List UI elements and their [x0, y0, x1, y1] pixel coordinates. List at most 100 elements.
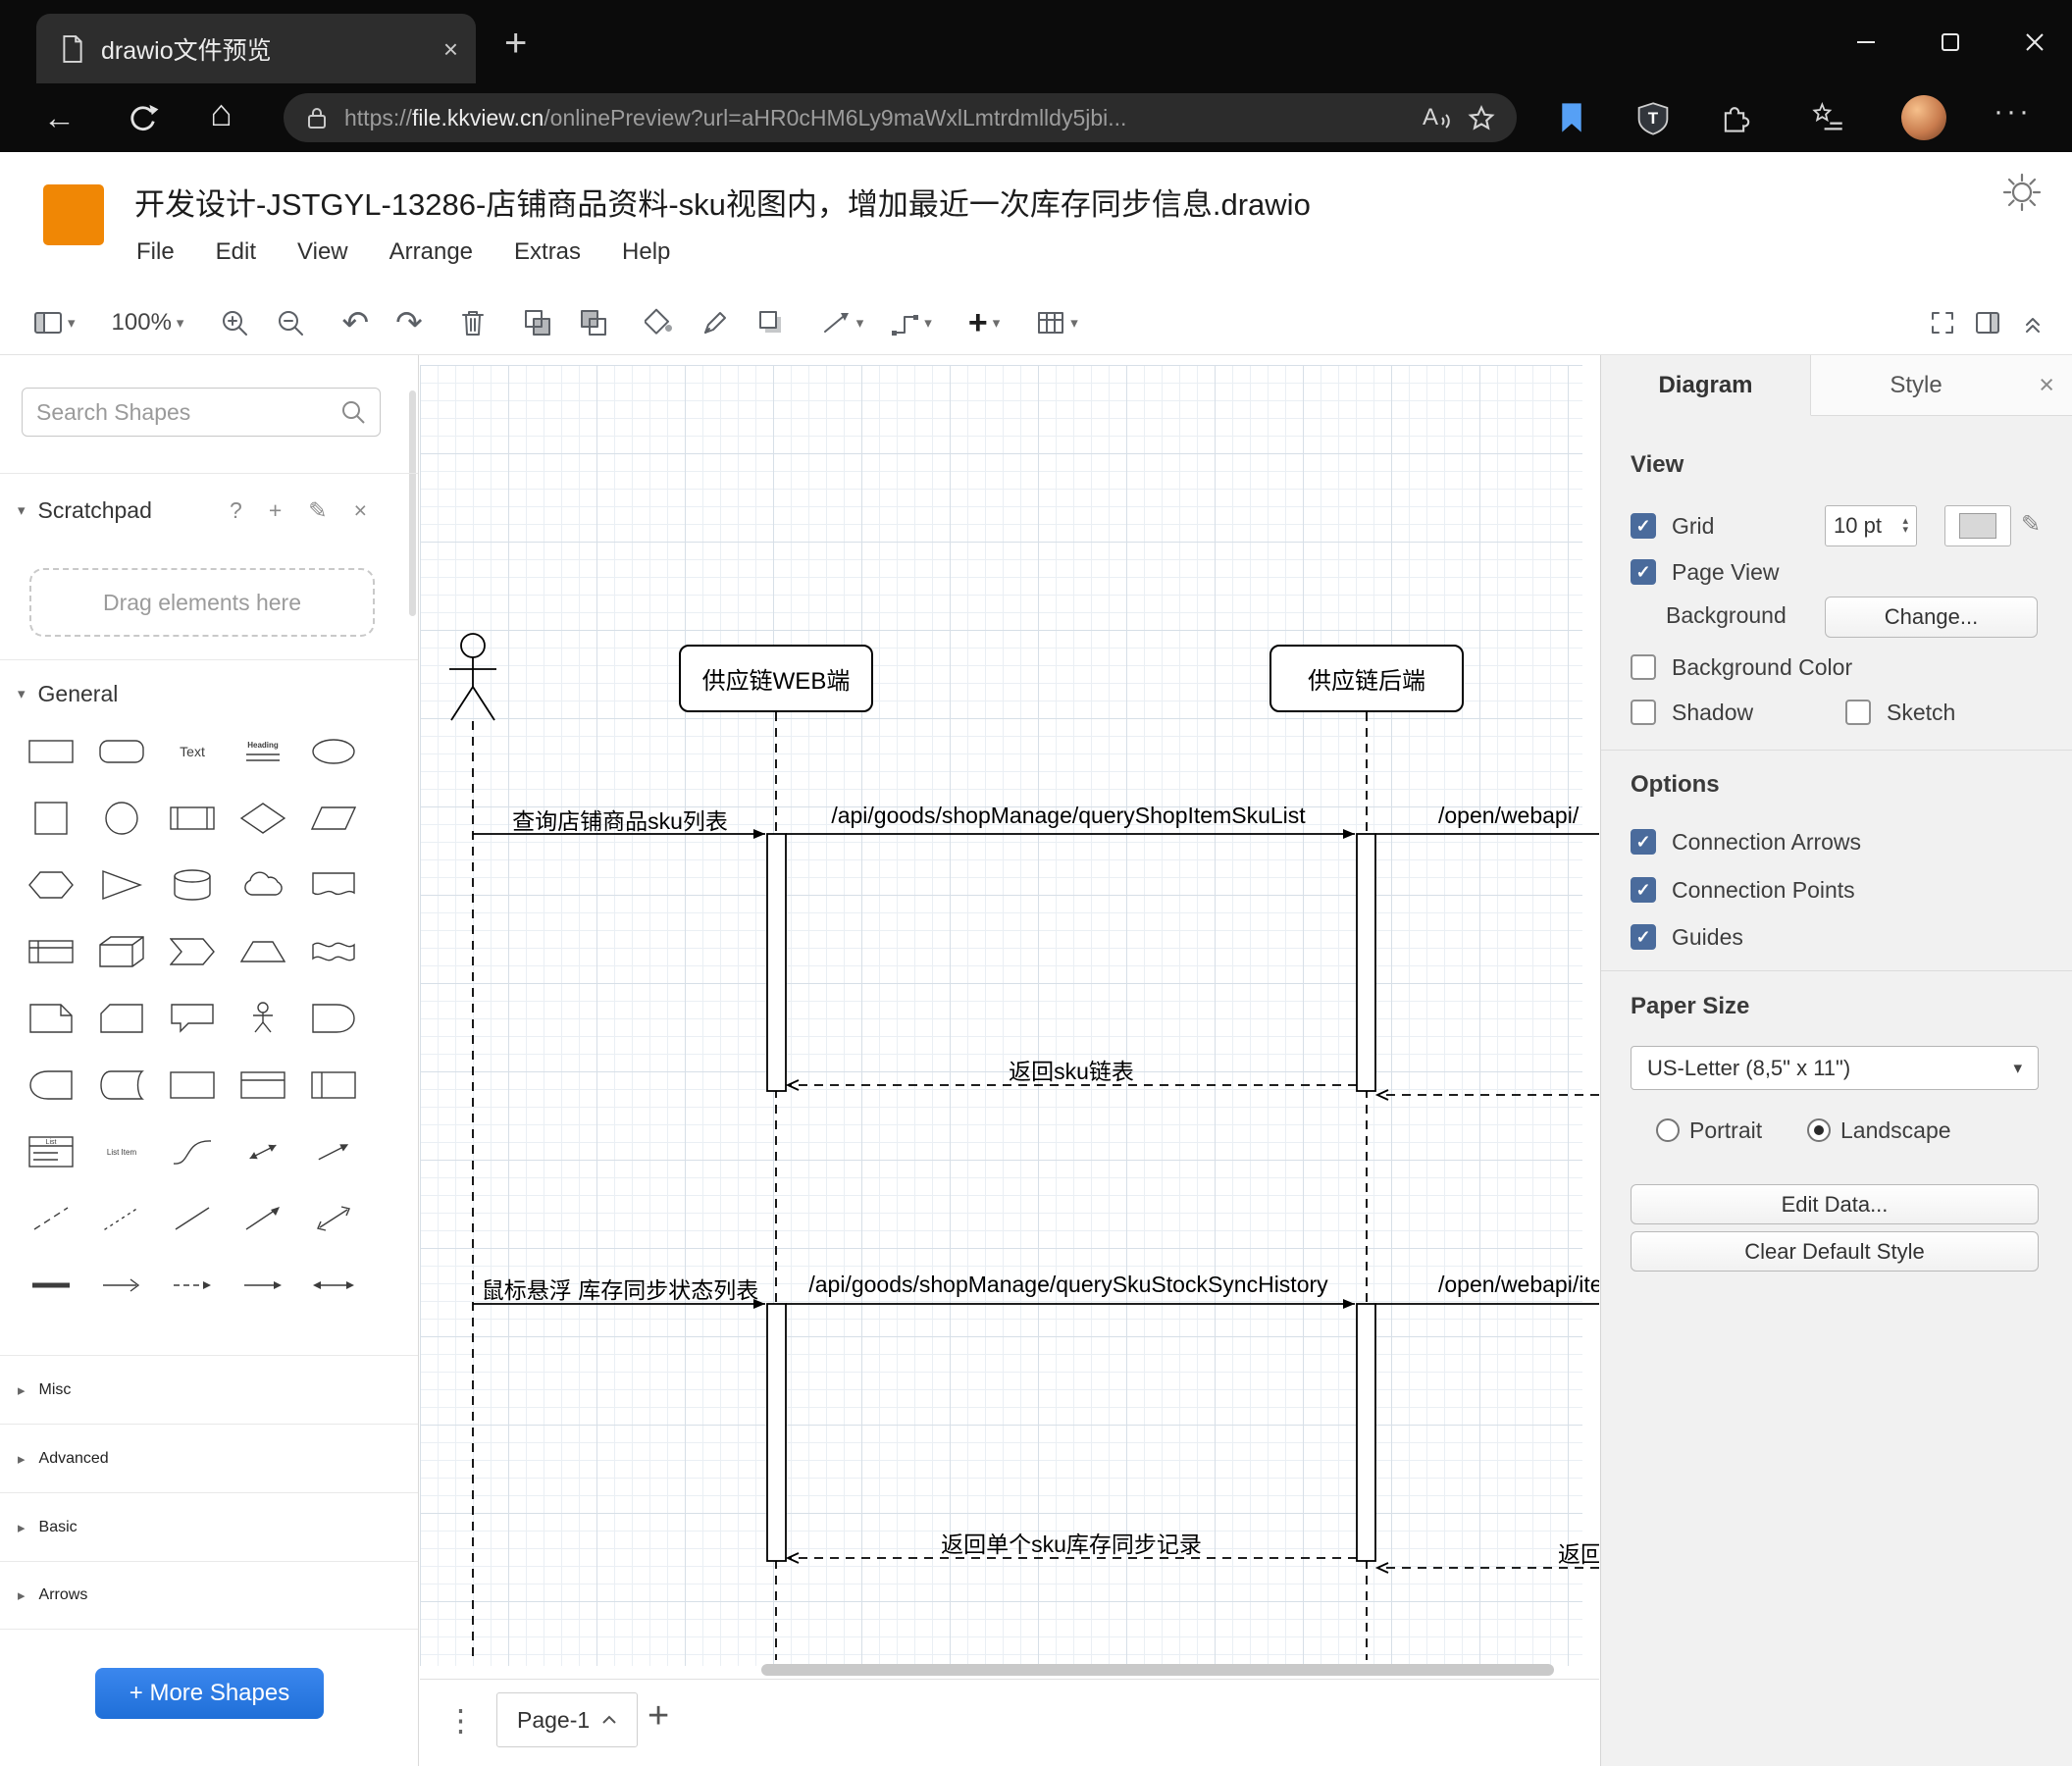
shape-document[interactable]: [311, 869, 356, 906]
return-label-2[interactable]: 返回单个sku库存同步记录: [941, 1526, 1202, 1559]
stepper-down-icon[interactable]: ▾: [1902, 525, 1908, 536]
shape-bidirectional-arrow[interactable]: [240, 1136, 285, 1172]
connection-arrows-checkbox[interactable]: ✓: [1631, 829, 1656, 855]
activation-web-1[interactable]: [766, 833, 787, 1092]
sidebar-section-basic[interactable]: ▸ Basic: [0, 1492, 418, 1561]
tab-diagram[interactable]: Diagram: [1601, 355, 1811, 416]
grid-color-edit-icon[interactable]: ✎: [2021, 510, 2041, 539]
connection-points-checkbox[interactable]: ✓: [1631, 877, 1656, 903]
shape-text[interactable]: Text: [170, 736, 215, 772]
view-panels-button[interactable]: ▾: [33, 309, 76, 337]
shape-arrow-double[interactable]: [311, 1270, 356, 1306]
message-label-4[interactable]: 鼠标悬浮 库存同步状态列表: [482, 1272, 758, 1305]
back-icon[interactable]: ←: [43, 97, 76, 138]
background-color-checkbox[interactable]: [1631, 654, 1656, 680]
message-label-3[interactable]: /open/webapi/: [1438, 803, 1579, 829]
zoom-in-button[interactable]: [220, 308, 249, 338]
shape-cube[interactable]: [99, 935, 144, 972]
table-button[interactable]: ▾: [1036, 309, 1078, 337]
shape-cloud[interactable]: [240, 869, 285, 906]
shape-parallelogram[interactable]: [310, 803, 357, 839]
participant-web[interactable]: 供应链WEB端: [679, 645, 873, 712]
horizontal-scrollbar[interactable]: [761, 1664, 1554, 1676]
zoom-select[interactable]: 100% ▾: [112, 309, 184, 337]
shape-bidirectional-connector[interactable]: [311, 1203, 356, 1239]
shape-container-vertical[interactable]: [311, 1069, 356, 1106]
browser-tab[interactable]: drawio文件预览 ×: [36, 14, 476, 83]
sidebar-section-arrows[interactable]: ▸ Arrows: [0, 1561, 418, 1630]
message-label-5[interactable]: /api/goods/shopManage/querySkuStockSyncH…: [808, 1272, 1327, 1298]
to-front-button[interactable]: [523, 308, 552, 338]
shape-internal-storage[interactable]: [28, 936, 74, 972]
blue-bookmark-extension-icon[interactable]: [1556, 101, 1587, 134]
participant-backend[interactable]: 供应链后端: [1269, 645, 1464, 712]
grid-size-input[interactable]: 10 pt ▴ ▾: [1825, 505, 1917, 546]
shape-card[interactable]: [99, 1003, 144, 1039]
shape-circle[interactable]: [105, 801, 138, 840]
add-page-button[interactable]: +: [648, 1695, 669, 1738]
shape-link[interactable]: [28, 1270, 74, 1306]
shadow-checkbox[interactable]: [1631, 700, 1656, 725]
shape-dashed-line[interactable]: [28, 1203, 74, 1239]
waypoints-button[interactable]: ▾: [890, 309, 932, 337]
tab-close-icon[interactable]: ×: [443, 36, 458, 62]
scratchpad-add-icon[interactable]: +: [269, 497, 282, 524]
fullscreen-button[interactable]: [1929, 309, 1956, 337]
return-label-1[interactable]: 返回sku链表: [1009, 1053, 1134, 1086]
portrait-radio[interactable]: [1656, 1118, 1680, 1142]
shape-note[interactable]: [28, 1003, 74, 1039]
menu-edit[interactable]: Edit: [216, 238, 256, 266]
edit-data-button[interactable]: Edit Data...: [1631, 1184, 2039, 1224]
change-background-button[interactable]: Change...: [1825, 597, 2038, 638]
general-section-header[interactable]: ▾ General: [0, 671, 418, 716]
sidebar-section-misc[interactable]: ▸ Misc: [0, 1355, 418, 1424]
page-view-checkbox[interactable]: ✓: [1631, 559, 1656, 585]
shape-line[interactable]: [170, 1203, 215, 1239]
grid-checkbox[interactable]: ✓: [1631, 513, 1656, 539]
grid-color-swatch-button[interactable]: [1944, 505, 2011, 546]
shape-container[interactable]: [170, 1069, 215, 1106]
format-panel-close-icon[interactable]: ×: [2021, 355, 2072, 415]
shadow-button[interactable]: [756, 308, 786, 338]
undo-button[interactable]: ↶: [341, 303, 369, 341]
shape-diamond[interactable]: [239, 802, 286, 839]
search-shapes-box[interactable]: [22, 388, 381, 437]
guides-checkbox[interactable]: ✓: [1631, 924, 1656, 950]
scratchpad-edit-icon[interactable]: ✎: [308, 497, 327, 524]
shape-heading[interactable]: Heading: [240, 736, 285, 772]
shape-step[interactable]: [169, 936, 215, 972]
browser-menu-icon[interactable]: ···: [1994, 95, 2032, 129]
menu-view[interactable]: View: [297, 238, 348, 266]
minimize-icon[interactable]: [1854, 30, 1878, 54]
scratchpad-drop-area[interactable]: Drag elements here: [29, 568, 375, 637]
collapse-toolbar-icon[interactable]: [2019, 309, 2046, 337]
shape-ellipse[interactable]: [311, 736, 356, 772]
shape-square[interactable]: [34, 801, 68, 840]
shape-rectangle[interactable]: [28, 736, 74, 772]
menu-extras[interactable]: Extras: [514, 238, 581, 266]
shape-curve[interactable]: [170, 1136, 215, 1172]
tab-style[interactable]: Style: [1811, 355, 2021, 415]
clear-default-style-button[interactable]: Clear Default Style: [1631, 1231, 2039, 1272]
shape-arrow-thin[interactable]: [99, 1270, 144, 1306]
shape-directional-connector[interactable]: [240, 1203, 285, 1239]
paper-size-select[interactable]: US-Letter (8,5" x 11") ▾: [1631, 1046, 2039, 1090]
message-label-2[interactable]: /api/goods/shopManage/queryShopItemSkuLi…: [831, 803, 1305, 829]
shape-dotted-line[interactable]: [99, 1203, 144, 1239]
refresh-icon[interactable]: [126, 101, 161, 136]
shape-container-title[interactable]: [240, 1069, 285, 1106]
maximize-icon[interactable]: [1939, 30, 1962, 54]
pages-menu-icon[interactable]: ⋮: [445, 1703, 476, 1739]
scratchpad-header[interactable]: ▾ Scratchpad ? + ✎ ×: [0, 487, 418, 534]
favorite-star-icon[interactable]: [1468, 104, 1495, 131]
profile-avatar[interactable]: [1901, 95, 1946, 140]
new-tab-button[interactable]: +: [504, 22, 527, 66]
more-shapes-button[interactable]: + More Shapes: [95, 1668, 324, 1719]
shape-trapezoid[interactable]: [239, 936, 286, 972]
activation-backend-2[interactable]: [1356, 1303, 1376, 1562]
shape-triangle[interactable]: [99, 869, 144, 906]
connection-style-button[interactable]: ▾: [822, 309, 863, 337]
shape-data-storage[interactable]: [99, 1069, 144, 1106]
menu-arrange[interactable]: Arrange: [389, 238, 473, 266]
shape-process[interactable]: [170, 803, 215, 839]
